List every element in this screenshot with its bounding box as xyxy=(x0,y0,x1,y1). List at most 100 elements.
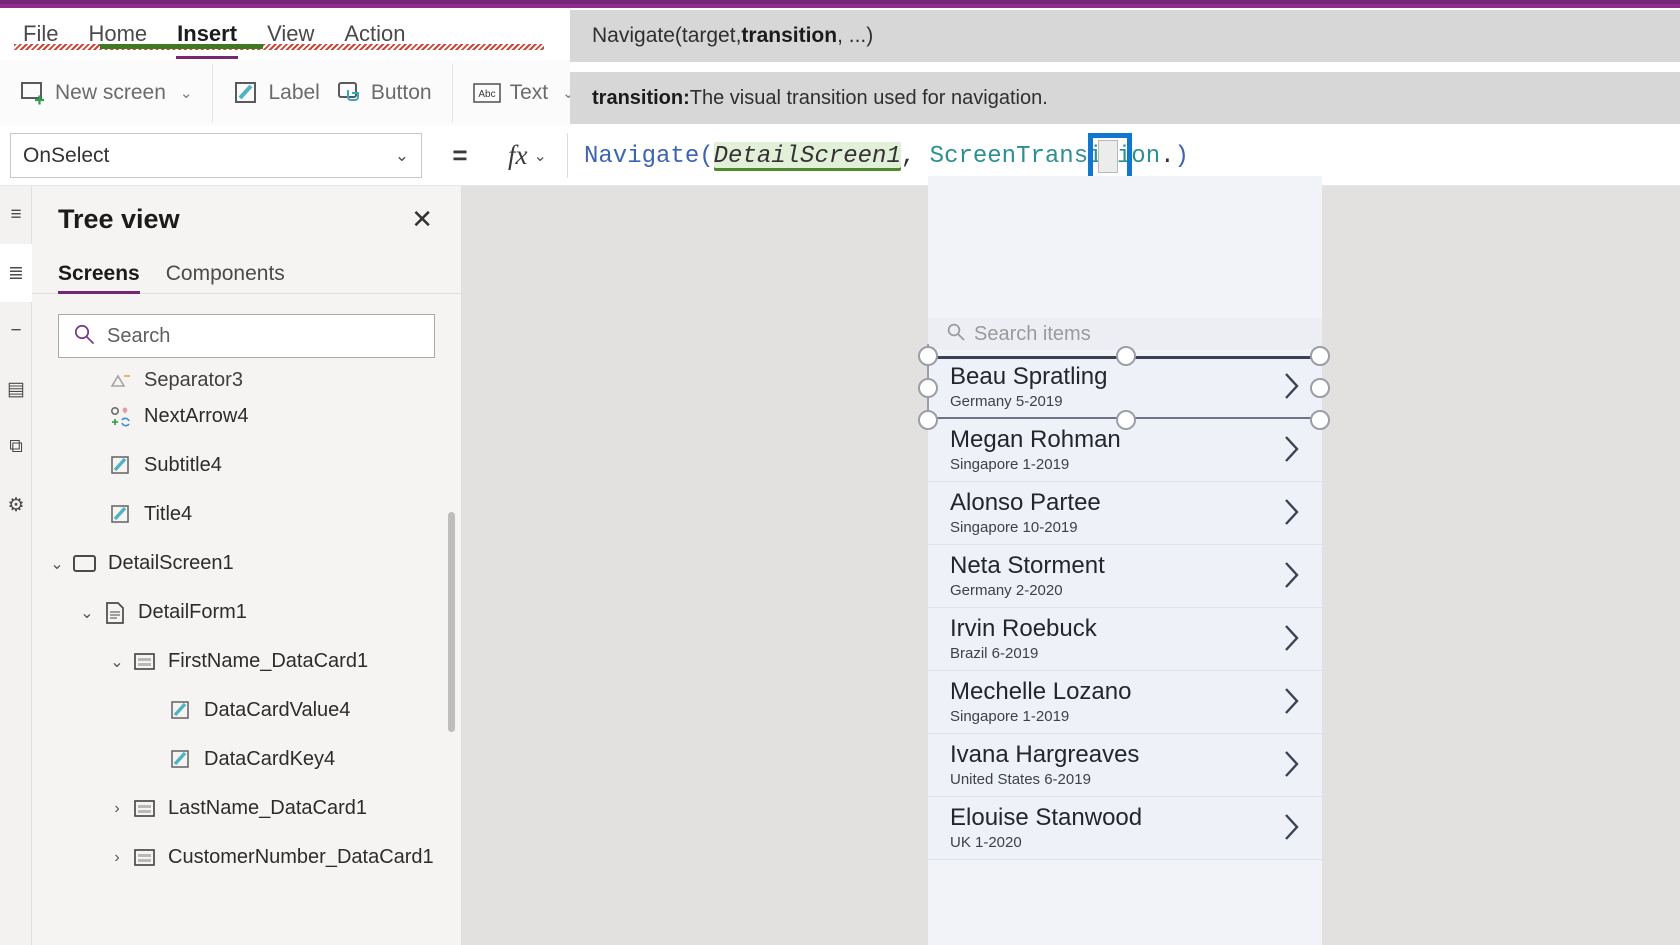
resize-handle-bottom-left[interactable] xyxy=(918,410,938,430)
close-icon[interactable]: ✕ xyxy=(405,200,439,238)
button-icon xyxy=(336,80,362,106)
formula-function-token: Navigate xyxy=(584,142,700,170)
function-parameter-description: transition: The visual transition used f… xyxy=(570,72,1680,124)
tree-node-label: Separator3 xyxy=(144,369,243,391)
chevron-down-icon[interactable]: ⌄ xyxy=(44,554,70,574)
next-arrow-icon[interactable] xyxy=(1284,372,1300,400)
tree-node-label: CustomerNumber_DataCard1 xyxy=(168,846,434,868)
next-arrow-icon[interactable] xyxy=(1284,561,1300,589)
gallery-item-detail: Singapore 10-2019 xyxy=(950,519,1078,536)
label-icon xyxy=(106,504,136,526)
tree-view-header: Tree view ✕ xyxy=(32,186,461,252)
tree-node-label: Subtitle4 xyxy=(144,454,222,476)
chevron-right-icon[interactable]: › xyxy=(104,849,130,867)
property-dropdown[interactable]: OnSelect ⌄ xyxy=(10,133,422,178)
next-arrow-icon[interactable] xyxy=(1284,750,1300,778)
new-screen-button[interactable]: New screen ⌄ xyxy=(12,76,200,110)
search-input[interactable]: Search xyxy=(58,314,435,358)
formula-caret-annotation-box xyxy=(1088,133,1132,181)
next-arrow-icon[interactable] xyxy=(1284,687,1300,715)
formula-dot: . xyxy=(1160,142,1175,170)
param-description: The visual transition used for navigatio… xyxy=(689,86,1048,109)
next-arrow-icon[interactable] xyxy=(1284,435,1300,463)
ribbon-group-screen: New screen ⌄ xyxy=(0,64,214,122)
gallery-item[interactable]: Irvin Roebuck Brazil 6-2019 xyxy=(928,608,1322,671)
gallery-item-detail: Germany 2-2020 xyxy=(950,582,1063,599)
tree-node-datacardvalue4[interactable]: DataCardValue4 xyxy=(32,686,461,735)
gallery-item-detail: Germany 5-2019 xyxy=(950,393,1063,410)
insert-icon[interactable]: − xyxy=(0,302,32,360)
tree-view-icon[interactable]: ≣ xyxy=(0,244,32,302)
tree-node-label: LastName_DataCard1 xyxy=(168,797,367,819)
media-icon[interactable]: ⧉ xyxy=(0,418,32,476)
resize-handle-top-left[interactable] xyxy=(918,346,938,366)
gallery-item[interactable]: Mechelle Lozano Singapore 1-2019 xyxy=(928,671,1322,734)
tree-node-customernumber-datacard1[interactable]: › CustomerNumber_DataCard1 xyxy=(32,833,461,882)
gallery-item[interactable]: Alonso Partee Singapore 10-2019 xyxy=(928,482,1322,545)
tab-screens[interactable]: Screens xyxy=(58,262,140,294)
resize-handle-top-right[interactable] xyxy=(1310,346,1330,366)
left-icon-rail: ≡ ≣ − ▤ ⧉ ⚙ xyxy=(0,186,32,945)
gallery-item-name: Elouise Stanwood xyxy=(950,804,1143,831)
menu-bar: File Home Insert View Action xyxy=(0,8,570,60)
tree-node-label: DataCardValue4 xyxy=(204,699,351,721)
data-icon[interactable]: ▤ xyxy=(0,360,32,418)
insert-text-button[interactable]: Abc Text ⌄ xyxy=(465,77,583,109)
formula-open-paren: ( xyxy=(699,142,714,170)
gallery-item[interactable]: Ivana Hargreaves United States 6-2019 xyxy=(928,734,1322,797)
tree-node-firstname-datacard1[interactable]: ⌄ FirstName_DataCard1 xyxy=(32,637,461,686)
label-icon xyxy=(166,749,196,771)
gallery-item-name: Beau Spratling xyxy=(950,363,1108,390)
signature-suffix: , ...) xyxy=(837,24,874,47)
insert-label-button[interactable]: Label xyxy=(225,76,327,110)
text-abc-icon: Abc xyxy=(472,82,501,104)
error-squiggle xyxy=(14,44,544,50)
fx-button[interactable]: fx ⌄ xyxy=(488,133,568,178)
fx-icon: fx xyxy=(508,140,528,170)
next-arrow-icon[interactable] xyxy=(1284,498,1300,526)
insert-label-text: Label xyxy=(268,81,320,104)
tree-view-panel: Tree view ✕ Screens Components Search Se… xyxy=(32,186,462,945)
tree-node-detailform1[interactable]: ⌄ DetailForm1 xyxy=(32,588,461,637)
gallery-item-detail: Singapore 1-2019 xyxy=(950,708,1070,725)
param-name: transition: xyxy=(592,86,690,109)
resize-handle-middle-right[interactable] xyxy=(1310,378,1330,398)
chevron-down-icon: ⌄ xyxy=(394,145,409,165)
tree-node-lastname-datacard1[interactable]: › LastName_DataCard1 xyxy=(32,784,461,833)
resize-handle-bottom-right[interactable] xyxy=(1310,410,1330,430)
next-arrow-icon[interactable] xyxy=(1284,624,1300,652)
new-screen-icon xyxy=(20,80,46,106)
label-icon xyxy=(106,455,136,477)
tree-node-title4[interactable]: Title4 xyxy=(32,490,461,539)
insert-button-button[interactable]: Button xyxy=(328,76,440,110)
chevron-down-icon[interactable]: ⌄ xyxy=(180,84,193,102)
tree-node-nextarrow4[interactable]: NextArrow4 xyxy=(32,392,461,441)
resize-handle-bottom-center[interactable] xyxy=(1116,410,1136,430)
label-icon xyxy=(166,700,196,722)
menu-icon[interactable]: ≡ xyxy=(0,186,32,244)
next-arrow-icon[interactable] xyxy=(1284,813,1300,841)
tree-node-subtitle4[interactable]: Subtitle4 xyxy=(32,441,461,490)
tab-components[interactable]: Components xyxy=(166,262,285,293)
chevron-down-icon[interactable]: ⌄ xyxy=(104,652,130,672)
separator-icon xyxy=(106,370,136,392)
screen-icon xyxy=(70,554,100,574)
resize-handle-top-center[interactable] xyxy=(1116,346,1136,366)
chevron-right-icon[interactable]: › xyxy=(104,800,130,818)
tree-node-datacardkey4[interactable]: DataCardKey4 xyxy=(32,735,461,784)
chevron-down-icon[interactable]: ⌄ xyxy=(74,603,100,623)
search-placeholder: Search xyxy=(107,324,171,347)
gallery-search-placeholder: Search items xyxy=(974,322,1091,345)
resize-handle-middle-left[interactable] xyxy=(918,378,938,398)
gallery-item[interactable]: Neta Storment Germany 2-2020 xyxy=(928,545,1322,608)
tree-node-label: NextArrow4 xyxy=(144,405,249,427)
tree-node-separator3[interactable]: Separator3 xyxy=(32,368,461,392)
tree-node-label: Title4 xyxy=(144,503,193,525)
svg-text:Abc: Abc xyxy=(478,89,495,100)
gallery-item[interactable]: Elouise Stanwood UK 1-2020 xyxy=(928,797,1322,860)
advanced-icon[interactable]: ⚙ xyxy=(0,476,32,534)
next-arrow-icon xyxy=(106,405,136,429)
top-accent-strip xyxy=(0,0,1680,8)
tree-view-scrollbar[interactable] xyxy=(448,512,455,732)
tree-node-detailscreen1[interactable]: ⌄ DetailScreen1 xyxy=(32,539,461,588)
